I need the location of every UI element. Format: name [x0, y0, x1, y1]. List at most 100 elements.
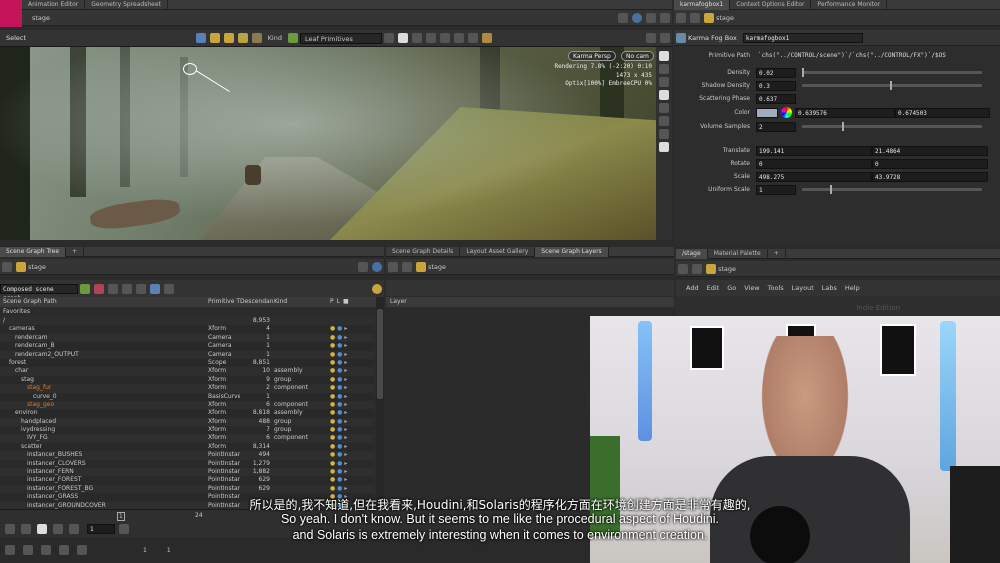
toggle-icon[interactable]	[468, 33, 478, 43]
tree-row[interactable]: environ Xform 8,818 assembly ● ● ▸	[0, 409, 374, 418]
pointer-icon[interactable]	[440, 33, 450, 43]
tree-row[interactable]: handplaced Xform 488 group ● ● ▸	[0, 417, 374, 427]
tree-row-visibility-icon[interactable]: ● ● ▸	[330, 351, 370, 359]
range-start[interactable]: 1	[143, 547, 147, 554]
color-wheel-icon[interactable]	[781, 107, 792, 118]
col-type[interactable]: Primitive T	[208, 297, 240, 307]
tree-row[interactable]: curve_0 BasisCurve 1 ● ● ▸	[0, 392, 374, 401]
select-arrow-icon[interactable]	[195, 33, 206, 43]
middle-forward-icon[interactable]	[402, 261, 412, 272]
translate-x-field[interactable]: 199.141	[756, 145, 872, 156]
wire-icon[interactable]	[659, 103, 669, 113]
tree-row[interactable]: instancer_FERN PointInstan 1,882 ● ● ▸	[0, 468, 374, 477]
tree-row[interactable]: scatter Xform 8,314 ● ● ▸	[0, 442, 374, 452]
filter-icon[interactable]	[80, 283, 90, 294]
menu-add[interactable]: Add	[686, 284, 699, 292]
tree-row[interactable]: instancer_FOREST PointInstan 629 ● ● ▸	[0, 476, 374, 485]
search-icon[interactable]	[136, 283, 146, 294]
light-handle[interactable]	[183, 63, 197, 75]
shadow-density-field[interactable]: 0.3	[756, 80, 796, 91]
tree-row-visibility-icon[interactable]: ● ● ▸	[330, 451, 370, 459]
node-name-field[interactable]: karmafogbox1	[742, 32, 863, 43]
density-field[interactable]: 0.02	[756, 67, 796, 78]
tab-material-palette[interactable]: Material Palette	[708, 248, 768, 259]
tree-scrollbar[interactable]	[376, 297, 384, 509]
tree-row[interactable]: rendercam Camera 1 ● ● ▸	[0, 333, 374, 343]
tab-stage-network[interactable]: /stage	[676, 248, 708, 259]
tree-row-visibility-icon[interactable]: ● ● ▸	[330, 376, 370, 384]
select-mode[interactable]: Select	[6, 34, 26, 42]
col-kind[interactable]: Kind	[274, 297, 330, 307]
menu-view[interactable]: View	[744, 284, 759, 292]
tree-row-visibility-icon[interactable]: ● ● ▸	[330, 485, 370, 493]
tree-row-visibility-icon[interactable]: ● ● ▸	[330, 342, 370, 350]
kind-dropdown[interactable]: Leaf Primitives	[300, 32, 382, 44]
tab-geometry-spreadsheet[interactable]: Geometry Spreadsheet	[85, 0, 168, 10]
tab-layout-asset-gallery[interactable]: Layout Asset Gallery	[460, 246, 536, 257]
tree-row-visibility-icon[interactable]: ● ● ▸	[330, 384, 370, 392]
add-network-tab-button[interactable]: +	[768, 248, 786, 259]
snap-icon[interactable]	[237, 33, 248, 43]
nocam-menu[interactable]: No cam	[621, 51, 654, 61]
translate-y-field[interactable]: 21.4864	[872, 145, 988, 156]
tree-path[interactable]: stage	[28, 263, 46, 271]
range-end[interactable]: 1	[167, 547, 171, 554]
tree-row[interactable]: ivydressing Xform 7 group ● ● ▸	[0, 426, 374, 435]
tree-row-visibility-icon[interactable]: ● ● ▸	[330, 401, 370, 409]
realtime-icon[interactable]	[23, 545, 33, 555]
scattering-phase-field[interactable]: 0.637	[756, 93, 796, 104]
tree-row[interactable]: instancer_BUSHES PointInstan 494 ● ● ▸	[0, 451, 374, 460]
link-icon[interactable]	[632, 12, 642, 23]
collapse-icon[interactable]	[164, 283, 174, 294]
bg-icon[interactable]	[659, 129, 669, 139]
tree-row-visibility-icon[interactable]: ● ● ▸	[330, 468, 370, 476]
tree-row[interactable]: stag_geo Xform 6 component ● ● ▸	[0, 400, 374, 410]
split-icon[interactable]	[660, 12, 670, 23]
tree-row-visibility-icon[interactable]: ● ● ▸	[330, 409, 370, 417]
tree-pin-icon[interactable]	[358, 261, 368, 272]
tree-row[interactable]: rendercam2_OUTPUT Camera 1 ● ● ▸	[0, 350, 374, 359]
tree-row[interactable]: char Xform 10 assembly ● ● ▸	[0, 367, 374, 376]
paint-icon[interactable]	[251, 33, 262, 43]
info-icon[interactable]	[122, 283, 132, 294]
tab-scene-graph-details[interactable]: Scene Graph Details	[386, 246, 461, 257]
ghost-icon[interactable]	[659, 64, 669, 74]
tree-row-visibility-icon[interactable]: ● ● ▸	[330, 334, 370, 342]
tab-performance-monitor[interactable]: Performance Monitor	[811, 0, 888, 10]
tab-context-options[interactable]: Context Options Editor	[730, 0, 812, 10]
target-icon[interactable]	[372, 283, 382, 294]
tree-row-visibility-icon[interactable]: ● ● ▸	[330, 367, 370, 375]
transform-icon[interactable]	[209, 33, 220, 43]
brush-icon[interactable]	[426, 33, 436, 43]
lasso-icon[interactable]	[412, 33, 422, 43]
menu-help[interactable]: Help	[845, 284, 860, 292]
scale-y-field[interactable]: 43.9728	[872, 171, 988, 182]
render-viewport[interactable]: Karma Persp No cam Rendering 7.8% (-2:20…	[0, 47, 656, 240]
box-select-icon[interactable]	[398, 33, 408, 43]
col-desc[interactable]: Descendan	[240, 297, 274, 307]
tree-row-visibility-icon[interactable]	[330, 317, 370, 325]
tree-row[interactable]: rendercam_B Camera 1 ● ● ▸	[0, 342, 374, 351]
kind-chevron-icon[interactable]	[384, 33, 394, 43]
shadow-density-slider[interactable]	[802, 81, 982, 90]
menu-tools[interactable]: Tools	[768, 284, 784, 292]
tab-karmafogbox1[interactable]: karmafogbox1	[674, 0, 731, 10]
handle-icon[interactable]	[223, 33, 234, 43]
color-r-field[interactable]: 0.639576	[795, 107, 895, 118]
tree-row-visibility-icon[interactable]: ● ● ▸	[330, 418, 370, 426]
more-icon[interactable]	[660, 33, 670, 43]
add-tab-button[interactable]: +	[66, 246, 85, 257]
tree-row-visibility-icon[interactable]: ● ● ▸	[330, 476, 370, 484]
tree-row-visibility-icon[interactable]: ● ● ▸	[330, 443, 370, 451]
color-swatch[interactable]	[756, 107, 778, 118]
menu-edit[interactable]: Edit	[707, 284, 720, 292]
tab-scene-graph-layers[interactable]: Scene Graph Layers	[535, 246, 609, 257]
middle-path[interactable]: stage	[428, 263, 446, 271]
tree-row-visibility-icon[interactable]: ● ● ▸	[330, 426, 370, 434]
volume-samples-slider[interactable]	[802, 122, 982, 131]
tree-row[interactable]: stag Xform 9 group ● ● ▸	[0, 375, 374, 385]
rotate-x-field[interactable]: 0	[756, 158, 872, 169]
tree-row[interactable]: / 8,953	[0, 317, 374, 326]
loop-icon[interactable]	[41, 545, 51, 555]
cube-icon[interactable]	[646, 12, 656, 23]
